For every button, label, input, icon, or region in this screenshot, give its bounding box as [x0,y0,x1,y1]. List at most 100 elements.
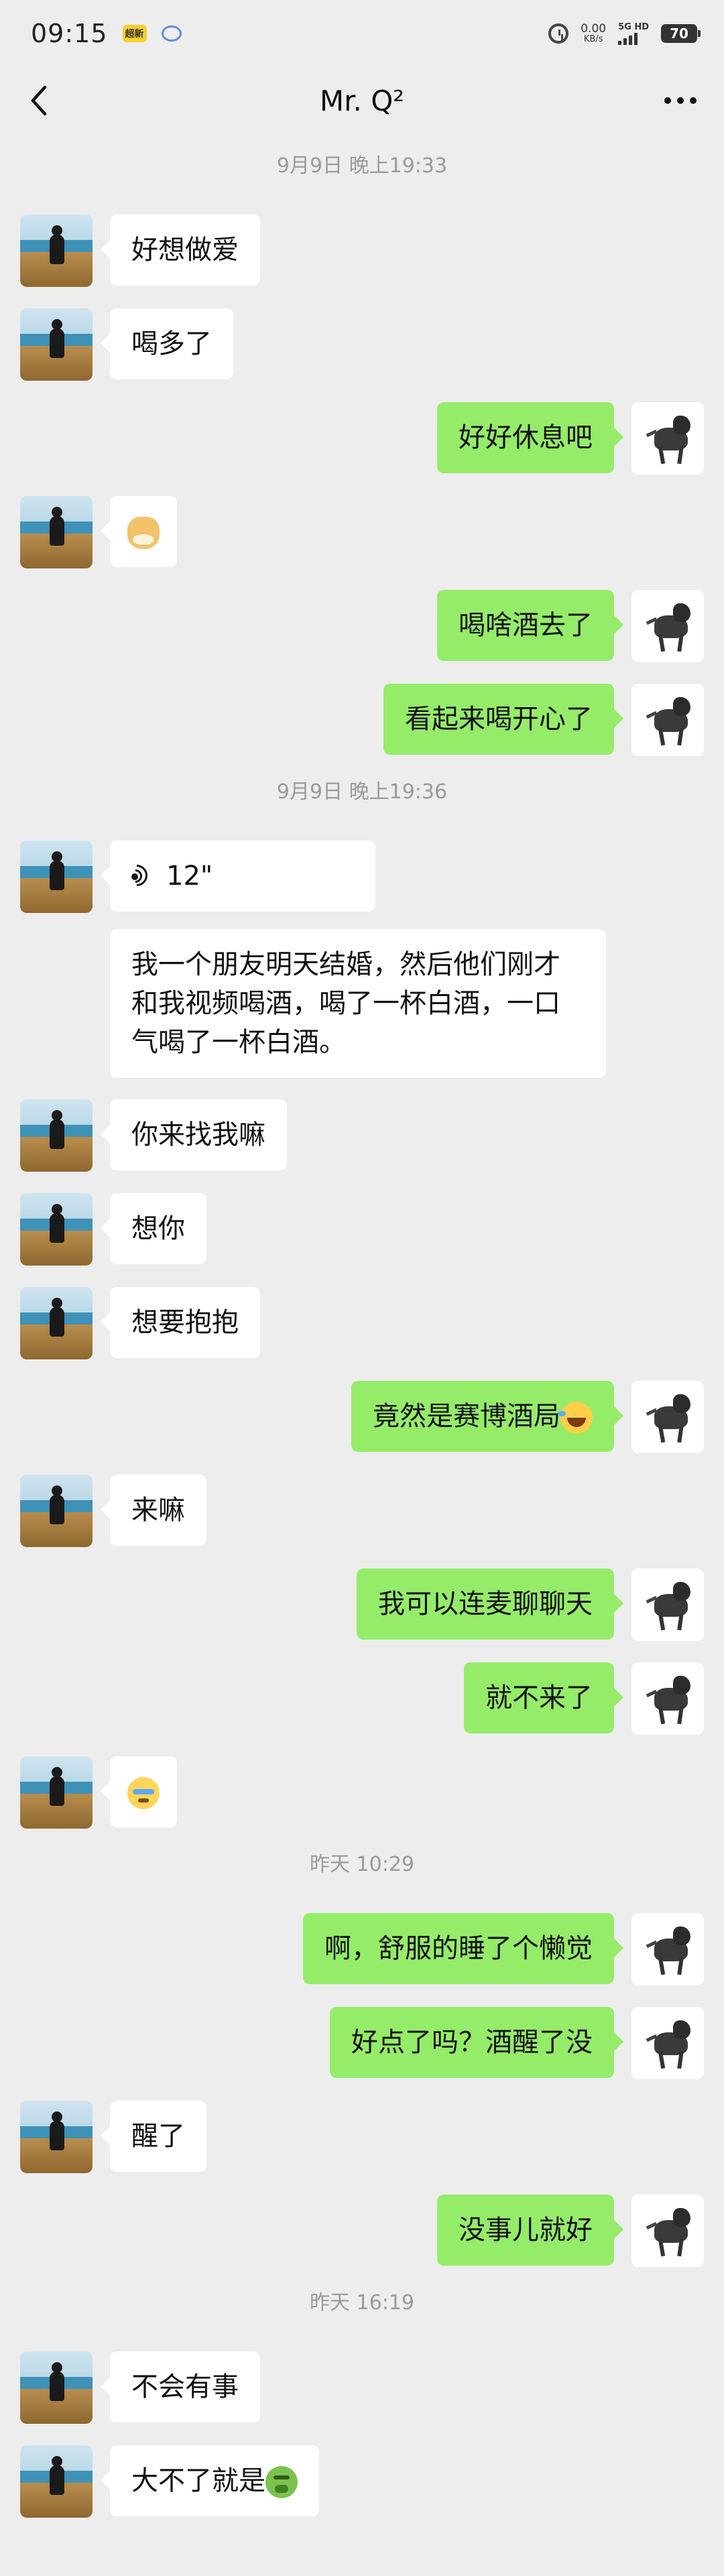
message-bubble[interactable]: 好点了吗？酒醒了没 [330,2007,623,2078]
message-bubble[interactable]: 大不了就是 [101,2445,319,2516]
avatar-person-shape [50,1298,64,1337]
message-bubble[interactable]: 我可以连麦聊聊天 [357,1569,623,1640]
timestamp: 昨天 16:19 [310,2291,414,2315]
message-bubble[interactable]: 想要抱抱 [101,1287,260,1358]
contact-avatar[interactable] [20,2445,93,2518]
avatar-person-shape [50,2456,64,2495]
contact-avatar[interactable] [20,496,93,568]
notification-badge-icon: 超新 [122,25,147,42]
avatar-person-shape [50,2362,64,2401]
message-text: 大不了就是 [131,2465,265,2496]
message-text: 啊，舒服的睡了个懒觉 [324,1933,593,1964]
nauseated-emoji-icon [265,2466,298,2498]
message-row: 你来找我嘛 [0,1099,724,1172]
network-tag: 5G HD [618,21,649,32]
avatar-dog-head [673,1676,690,1695]
self-avatar[interactable] [631,2195,704,2267]
message-bubble[interactable]: 喝啥酒去了 [437,590,623,661]
self-avatar[interactable] [631,1381,704,1453]
avatar-person-shape [50,1204,64,1243]
signal-icon: 5G HD [618,23,649,45]
message-bubble[interactable]: 喝多了 [101,308,233,379]
message-text: 好好休息吧 [459,422,593,453]
self-avatar[interactable] [631,684,704,756]
message-text: 想你 [131,1213,185,1244]
message-row: 看起来喝开心了 [0,684,724,756]
message-row: 好想做爱 [0,214,724,287]
contact-avatar[interactable] [20,1475,93,1547]
message-bubble[interactable]: 想你 [101,1193,206,1264]
more-button[interactable] [657,82,704,119]
self-avatar[interactable] [631,402,704,475]
contact-avatar[interactable] [20,214,93,287]
contact-avatar[interactable] [20,1287,93,1359]
message-bubble[interactable]: 啊，舒服的睡了个懒觉 [303,1913,623,1984]
contact-avatar[interactable] [20,308,93,381]
avatar-person-shape [50,319,64,358]
self-avatar[interactable] [631,590,704,662]
message-row: 竟然是赛博酒局 [0,1381,724,1453]
message-bubble[interactable]: 醒了 [101,2101,206,2172]
alarm-icon [548,23,569,44]
teary-emoji-icon [127,1777,160,1809]
avatar-person-shape [50,1110,64,1149]
voice-wave-icon [121,860,154,891]
network-speed: 0.00 KB/s [581,23,606,44]
message-bubble[interactable]: 就不来了 [464,1662,623,1733]
message-bubble[interactable]: 好想做爱 [101,214,260,286]
voice-transcript[interactable]: 我一个朋友明天结婚，然后他们刚才和我视频喝酒，喝了一杯白酒，一口气喝了一杯白酒。 [110,929,606,1078]
status-left: 09:15 超新 [31,19,182,48]
message-row: 大不了就是 [0,2445,724,2518]
chevron-left-icon [31,85,47,116]
voice-message-bubble[interactable]: 12" [101,841,375,912]
self-avatar[interactable] [631,2007,704,2079]
contact-avatar[interactable] [20,1099,93,1172]
message-bubble[interactable]: 不会有事 [101,2351,260,2422]
contact-avatar[interactable] [20,841,93,913]
message-row: 不会有事 [0,2351,724,2424]
avatar-dog-head [673,2020,690,2039]
contact-avatar[interactable] [20,1756,93,1829]
avatar-dog-head [673,697,690,716]
network-speed-unit: KB/s [583,34,603,44]
self-avatar[interactable] [631,1913,704,1985]
message-bubble[interactable] [101,496,177,567]
contact-avatar[interactable] [20,2351,93,2424]
voice-duration: 12" [166,861,213,892]
laugh-cry-emoji-icon [558,1402,593,1434]
status-time: 09:15 [31,19,108,48]
avatar-person-shape [50,2111,64,2150]
message-text: 好点了吗？酒醒了没 [351,2027,593,2058]
message-row: 想你 [0,1193,724,1266]
message-bubble[interactable]: 看起来喝开心了 [383,684,623,755]
message-text: 不会有事 [131,2372,239,2402]
message-row: 来嘛 [0,1475,724,1547]
back-button[interactable] [20,82,58,119]
self-avatar[interactable] [631,1569,704,1641]
avatar-dog-head [673,603,690,622]
message-row: 想要抱抱 [0,1287,724,1359]
voice-message-group: 12" 我一个朋友明天结婚，然后他们刚才和我视频喝酒，喝了一杯白酒，一口气喝了一杯… [93,841,606,1078]
message-row: 好点了吗？酒醒了没 [0,2007,724,2079]
self-avatar[interactable] [631,1662,704,1735]
signal-bars [618,32,638,45]
avatar-dog-head [673,1926,690,1945]
timestamp: 昨天 10:29 [310,1853,414,1876]
timestamp: 9月9日 晚上19:33 [276,154,448,178]
message-bubble[interactable]: 好好休息吧 [437,402,623,473]
message-text: 看起来喝开心了 [405,704,593,735]
contact-avatar[interactable] [20,1193,93,1266]
chat-notification-icon [161,25,182,42]
status-right: 0.00 KB/s 5G HD 70 [548,23,701,45]
message-bubble[interactable]: 你来找我嘛 [101,1099,287,1170]
message-bubble[interactable]: 来嘛 [101,1475,206,1546]
message-text: 你来找我嘛 [131,1119,265,1150]
message-bubble[interactable] [101,1756,177,1827]
timestamp: 9月9日 晚上19:36 [276,780,448,804]
message-list[interactable]: 9月9日 晚上19:33 好想做爱喝多了好好休息吧喝啥酒去了看起来喝开心了 9月9日… [0,134,724,2539]
avatar-person-shape [50,1485,64,1524]
contact-avatar[interactable] [20,2101,93,2173]
message-bubble[interactable]: 没事儿就好 [437,2195,623,2266]
message-bubble[interactable]: 竟然是赛博酒局 [351,1381,623,1452]
avatar-person-shape [50,225,64,264]
